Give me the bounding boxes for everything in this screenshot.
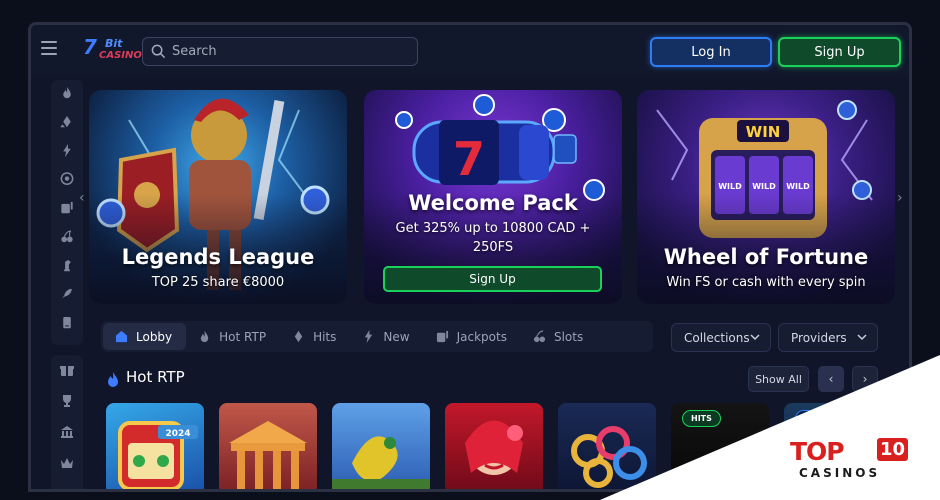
game-tile[interactable]	[332, 403, 430, 489]
wild-label: WILD	[752, 182, 776, 191]
rocket-icon[interactable]	[60, 287, 74, 300]
collections-dropdown[interactable]: Collections	[671, 323, 771, 352]
tab-hits[interactable]: Hits	[280, 323, 350, 350]
banner-title: Welcome Pack	[408, 191, 578, 215]
category-tabs: Lobby Hot RTP Hits New Jackpots Slots	[101, 321, 653, 352]
tab-label: Hot RTP	[219, 329, 267, 344]
game-art: 2024	[118, 421, 198, 489]
svg-text:7: 7	[453, 132, 485, 186]
hits-badge: HITS	[682, 410, 721, 427]
dropdown-label: Providers	[791, 330, 847, 345]
carousel-prev-icon[interactable]: ‹	[79, 190, 85, 206]
banner-legends-league[interactable]: Legends League TOP 25 share €8000	[89, 90, 347, 304]
wild-label: WILD	[786, 182, 810, 191]
banner-title: Legends League	[121, 245, 315, 269]
tab-label: New	[383, 329, 410, 344]
cards-icon	[294, 330, 303, 343]
wild-label: WILD	[718, 182, 742, 191]
target-icon[interactable]	[60, 172, 74, 186]
banner-subtitle: Get 325% up to 10800 CAD +	[395, 221, 591, 236]
lightning-icon[interactable]	[60, 143, 74, 157]
banner-subtitle: Win FS or cash with every spin	[666, 275, 866, 290]
banner-signup-button[interactable]: Sign Up	[383, 266, 602, 292]
tab-lobby[interactable]: Lobby	[103, 323, 187, 350]
trophy-icon[interactable]	[60, 394, 74, 408]
logo-casino: CASINO	[99, 50, 142, 61]
chevron-right-icon: ›	[862, 372, 868, 386]
watermark-ten: 10	[877, 438, 909, 461]
lobby-icon	[115, 330, 128, 343]
browser-window: 7 Bit CASINO Log In Sign Up	[28, 22, 912, 492]
fire-icon	[200, 330, 209, 343]
search-box[interactable]	[142, 37, 418, 66]
gift-icon[interactable]	[60, 363, 74, 377]
logo-number: 7	[83, 35, 97, 59]
banner-welcome-pack[interactable]: 7 Welcome Pack Get 325% up to 10800 CAD …	[364, 90, 622, 304]
sidebar	[51, 80, 83, 345]
tab-label: Jackpots	[456, 329, 507, 344]
banner-subtitle-line2: 250FS	[472, 240, 514, 255]
crown-icon[interactable]	[60, 456, 74, 470]
search-icon	[151, 44, 166, 59]
game-art	[332, 436, 430, 489]
game-art	[465, 420, 523, 475]
game-tile[interactable]	[219, 403, 317, 489]
logo-word: Bit	[105, 37, 123, 50]
tab-hot-rtp[interactable]: Hot RTP	[186, 323, 280, 350]
tab-label: Hits	[313, 329, 337, 344]
watermark-top: TOP	[790, 437, 845, 466]
game-art	[571, 426, 647, 488]
tab-label: Lobby	[136, 329, 173, 344]
bank-icon[interactable]	[60, 425, 74, 439]
chevron-down-icon	[750, 334, 760, 341]
dropdown-label: Collections	[684, 330, 750, 345]
fire-icon	[108, 372, 118, 387]
win-label: WIN	[746, 123, 781, 141]
cherry-icon[interactable]	[60, 230, 74, 243]
slot-icon	[436, 330, 448, 343]
logo[interactable]: 7 Bit CASINO	[83, 35, 142, 65]
sidebar-bottom	[51, 355, 83, 489]
banner-title: Wheel of Fortune	[663, 245, 869, 269]
signup-button[interactable]: Sign Up	[778, 37, 901, 67]
banner-wheel-of-fortune[interactable]: WILD WILD WILD WIN Wheel of Fortune Win …	[637, 90, 895, 304]
prev-button[interactable]: ‹	[818, 366, 844, 392]
section-title: Hot RTP	[126, 368, 185, 386]
cherry-icon	[533, 330, 546, 343]
tab-jackpots[interactable]: Jackpots	[424, 323, 521, 350]
tab-label: Slots	[553, 329, 584, 344]
game-tile-text: 2024	[165, 429, 190, 439]
slot-icon[interactable]	[60, 201, 74, 214]
cards-icon[interactable]	[60, 115, 74, 128]
top-bar: 7 Bit CASINO Log In Sign Up	[31, 25, 909, 77]
phone-icon[interactable]	[60, 316, 74, 329]
banner-subtitle: TOP 25 share €8000	[151, 275, 285, 290]
chess-icon[interactable]	[60, 259, 74, 272]
login-button[interactable]: Log In	[650, 37, 772, 67]
show-all-button[interactable]: Show All	[748, 366, 809, 392]
providers-dropdown[interactable]: Providers	[778, 323, 878, 352]
watermark-casinos: CASINOS	[799, 466, 881, 480]
game-tile[interactable]	[558, 403, 656, 489]
fire-icon[interactable]	[60, 86, 74, 99]
game-tile[interactable]: 2024	[106, 403, 204, 489]
game-tile[interactable]	[445, 403, 543, 489]
lightning-icon	[365, 330, 373, 343]
carousel-next-icon[interactable]: ›	[897, 190, 903, 206]
search-input[interactable]	[172, 44, 402, 59]
menu-icon[interactable]	[41, 41, 57, 55]
tab-new[interactable]: New	[350, 323, 423, 350]
chevron-left-icon: ‹	[828, 372, 834, 386]
tab-slots[interactable]: Slots	[521, 323, 597, 350]
chevron-down-icon	[857, 334, 867, 341]
game-art	[229, 421, 307, 489]
